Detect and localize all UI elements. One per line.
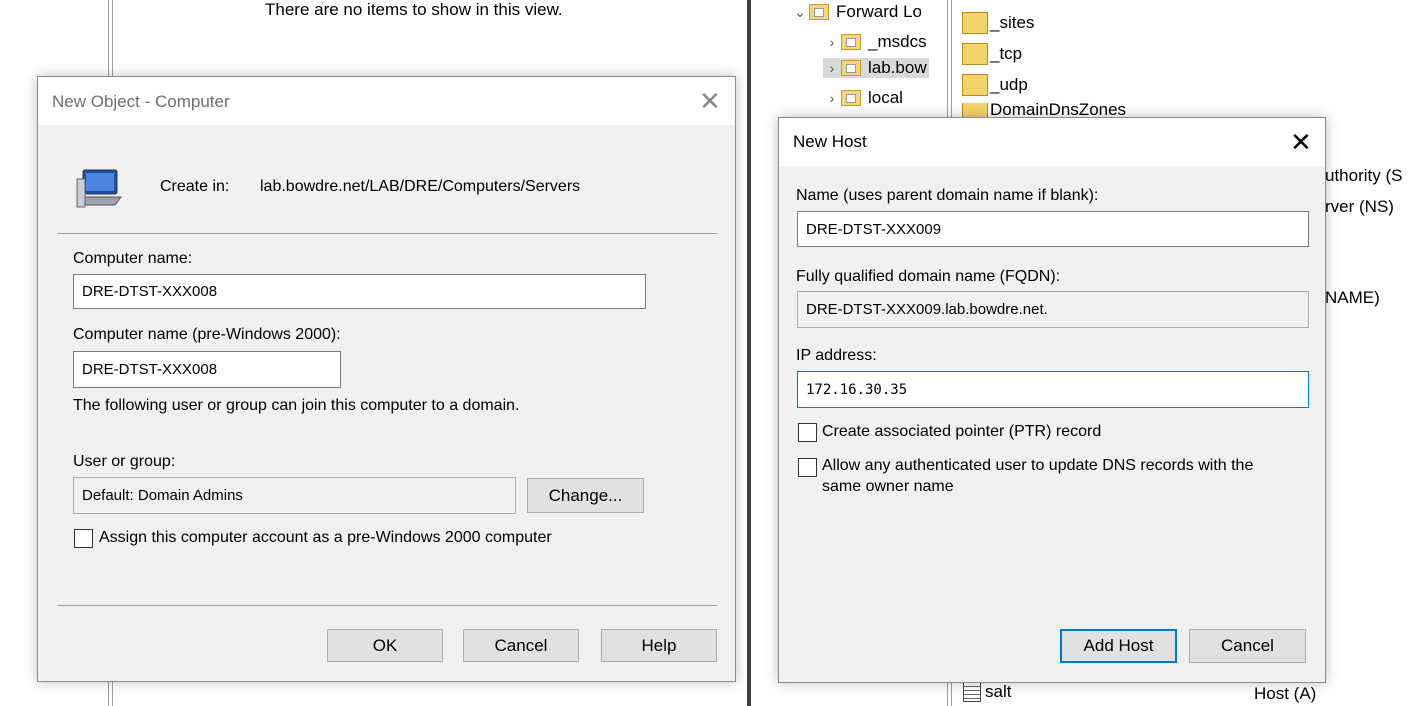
tree-item-local[interactable]: › local — [823, 88, 903, 108]
chevron-right-icon[interactable]: › — [823, 90, 841, 106]
dialog-title: New Host — [793, 132, 867, 151]
divider — [58, 233, 717, 234]
tree-item-msdcs[interactable]: › _msdcs — [823, 32, 927, 52]
tree-divider — [947, 682, 948, 706]
close-icon[interactable]: ✕ — [699, 88, 721, 114]
cancel-button[interactable]: Cancel — [1189, 629, 1306, 663]
list-item-salt[interactable]: salt — [963, 682, 1011, 702]
zone-icon — [841, 34, 861, 50]
allow-update-label-line2[interactable]: same owner name — [822, 478, 954, 496]
close-icon[interactable]: ✕ — [1290, 129, 1312, 155]
chevron-right-icon[interactable]: › — [823, 60, 841, 76]
create-in-label: Create in: — [160, 178, 230, 195]
title-bar: New Host ✕ — [779, 118, 1325, 166]
user-group-field: Default: Domain Admins — [73, 477, 516, 514]
tree-item-lab-bowdre[interactable]: › lab.bow — [823, 58, 929, 78]
help-button[interactable]: Help — [601, 629, 717, 662]
ok-button[interactable]: OK — [327, 629, 443, 662]
ptr-record-label[interactable]: Create associated pointer (PTR) record — [822, 423, 1101, 441]
tree-divider — [947, 0, 948, 118]
fqdn-field: DRE-DTST-XXX009.lab.bowdre.net. — [797, 291, 1309, 328]
folder-icon — [962, 74, 988, 96]
create-in-path: lab.bowdre.net/LAB/DRE/Computers/Servers — [260, 178, 581, 195]
pre2000-name-label: Computer name (pre-Windows 2000): — [73, 326, 341, 343]
add-host-button[interactable]: Add Host — [1060, 629, 1177, 663]
folder-icon — [962, 12, 988, 34]
new-object-computer-dialog: New Object - Computer ✕ Create in: lab.b… — [37, 76, 736, 682]
chevron-down-icon[interactable]: ⌄ — [791, 4, 809, 21]
tree-divider — [951, 0, 952, 118]
user-group-label: User or group: — [73, 453, 176, 470]
title-bar: New Object - Computer ✕ — [38, 77, 735, 125]
computer-name-label: Computer name: — [73, 250, 193, 267]
record-type: uthority (S — [1325, 166, 1403, 185]
column-divider — [112, 680, 113, 706]
zone-icon — [841, 90, 861, 106]
column-divider — [108, 680, 109, 706]
host-name-label: Name (uses parent domain name if blank): — [796, 187, 1099, 204]
empty-view-message: There are no items to show in this view. — [265, 0, 563, 19]
allow-update-checkbox[interactable] — [798, 458, 817, 477]
record-type: rver (NS) — [1325, 197, 1394, 216]
record-icon — [963, 682, 981, 702]
list-item-sites[interactable]: _sites — [962, 12, 1034, 34]
ip-address-input[interactable]: 172.16.30.35 — [797, 371, 1309, 408]
tree-item-forward-lookup[interactable]: ⌄ Forward Lo — [791, 2, 922, 22]
zone-icon — [841, 60, 861, 76]
fqdn-label: Fully qualified domain name (FQDN): — [796, 268, 1061, 285]
folder-icon — [809, 4, 829, 20]
host-name-input[interactable]: DRE-DTST-XXX009 — [797, 211, 1309, 247]
tree-divider — [951, 682, 952, 706]
ip-address-label: IP address: — [796, 347, 877, 364]
divider — [58, 605, 717, 606]
dialog-title: New Object - Computer — [52, 92, 230, 111]
join-description: The following user or group can join thi… — [73, 397, 520, 414]
record-type: Host (A) — [1254, 684, 1317, 703]
list-item-udp[interactable]: _udp — [962, 74, 1028, 96]
folder-icon — [962, 103, 988, 117]
list-item-domaindnszones[interactable]: DomainDnsZones — [962, 103, 1126, 117]
record-type: NAME) — [1325, 288, 1380, 307]
folder-icon — [962, 43, 988, 65]
pre2000-name-input[interactable]: DRE-DTST-XXX008 — [73, 351, 341, 388]
new-host-dialog: New Host ✕ Name (uses parent domain name… — [778, 117, 1326, 683]
ptr-record-checkbox[interactable] — [798, 423, 817, 442]
allow-update-label-line1[interactable]: Allow any authenticated user to update D… — [822, 457, 1253, 475]
chevron-right-icon[interactable]: › — [823, 34, 841, 50]
column-divider — [108, 0, 109, 78]
cancel-button[interactable]: Cancel — [463, 629, 579, 662]
change-button[interactable]: Change... — [527, 478, 644, 513]
column-divider — [112, 0, 113, 78]
list-item-tcp[interactable]: _tcp — [962, 43, 1022, 65]
assign-pre2000-label[interactable]: Assign this computer account as a pre-Wi… — [99, 529, 552, 547]
computer-icon — [76, 169, 122, 208]
computer-name-input[interactable]: DRE-DTST-XXX008 — [73, 274, 646, 309]
assign-pre2000-checkbox[interactable] — [74, 529, 93, 548]
